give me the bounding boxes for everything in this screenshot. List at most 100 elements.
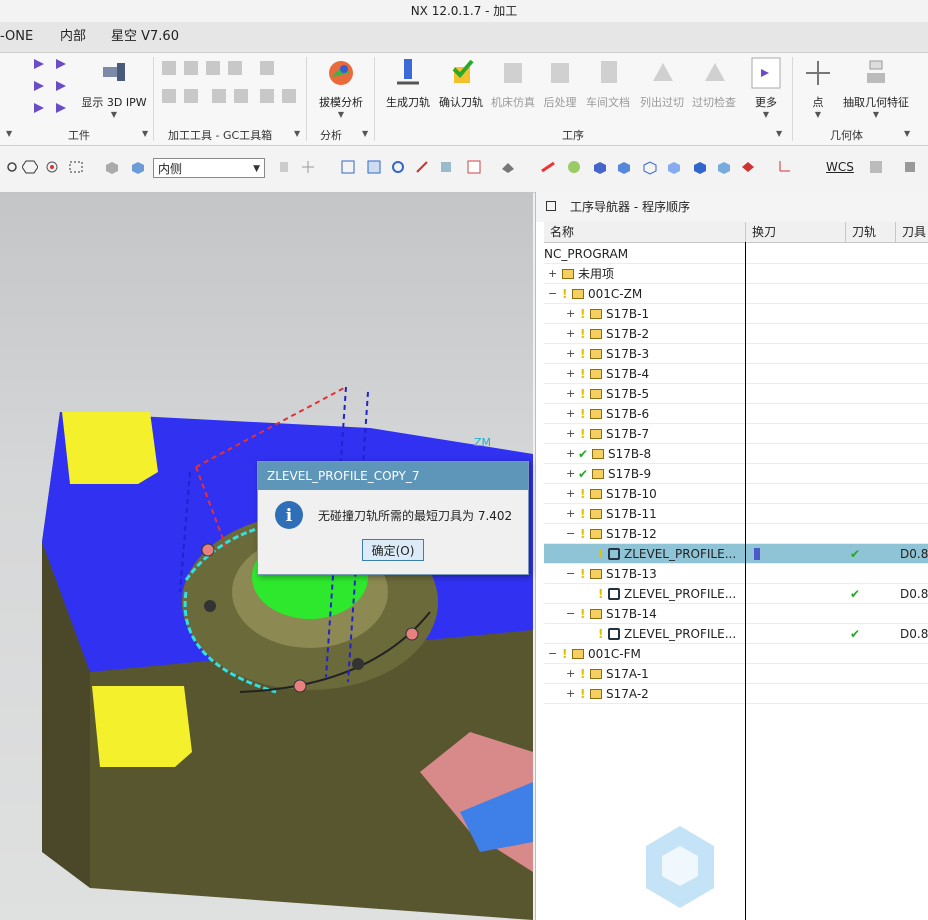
tree-row[interactable]: +! S17B-5 bbox=[544, 384, 928, 404]
display-mode-icon[interactable] bbox=[740, 159, 756, 175]
menu-internal[interactable]: 内部 bbox=[60, 22, 86, 52]
ok-button[interactable]: 确定(O) bbox=[362, 539, 424, 561]
expand-icon[interactable]: + bbox=[566, 384, 575, 404]
list-gouges-button[interactable]: 列出过切 bbox=[636, 57, 688, 110]
sphere-icon[interactable] bbox=[566, 159, 582, 175]
column-toolpath[interactable]: 刀轨 bbox=[846, 222, 896, 242]
tree-row[interactable]: +! S17B-3 bbox=[544, 344, 928, 364]
group-expand-icon[interactable]: ▼ bbox=[776, 129, 782, 138]
collapse-icon[interactable]: − bbox=[566, 564, 575, 584]
group-expand-icon[interactable]: ▼ bbox=[362, 129, 368, 138]
shading-icon[interactable] bbox=[500, 159, 516, 175]
rectangle-select-icon[interactable] bbox=[68, 159, 84, 175]
layout-icon[interactable] bbox=[466, 159, 482, 175]
selection-filter-combo[interactable]: 内侧 ▼ bbox=[153, 158, 265, 178]
tree-row[interactable]: +! S17A-2 bbox=[544, 684, 928, 704]
view-orient-icon[interactable] bbox=[438, 159, 454, 175]
fit-view-icon[interactable] bbox=[340, 159, 356, 175]
group-separator bbox=[792, 57, 793, 141]
draft-analysis-button[interactable]: 拔模分析 ▼ bbox=[312, 57, 370, 119]
cube-icon[interactable] bbox=[642, 159, 658, 175]
settings-icon[interactable] bbox=[4, 159, 20, 175]
wcs-label[interactable]: WCS bbox=[826, 160, 854, 174]
tree-row[interactable]: + ✔ S17B-8 bbox=[544, 444, 928, 464]
cube-icon[interactable] bbox=[616, 159, 632, 175]
axis-icon[interactable] bbox=[776, 159, 792, 175]
group-expand-icon[interactable]: ▼ bbox=[142, 129, 148, 138]
tree-row[interactable]: +! S17B-6 bbox=[544, 404, 928, 424]
tree-row[interactable]: +! S17B-7 bbox=[544, 424, 928, 444]
tree-row[interactable]: +! S17B-4 bbox=[544, 364, 928, 384]
gouge-check-button[interactable]: 过切检查 bbox=[688, 57, 740, 110]
generate-toolpath-button[interactable]: 生成刀轨 bbox=[380, 57, 436, 110]
plus-icon[interactable] bbox=[300, 159, 316, 175]
expand-icon[interactable]: + bbox=[566, 484, 575, 504]
cube-icon[interactable] bbox=[666, 159, 682, 175]
snap-icon[interactable] bbox=[44, 159, 60, 175]
collapse-icon[interactable]: − bbox=[548, 284, 557, 304]
tree-row[interactable]: ! ZLEVEL_PROFILE... ✔ D0.8 bbox=[544, 544, 928, 564]
tree-row[interactable]: −! 001C-FM bbox=[544, 644, 928, 664]
tree-row[interactable]: −! S17B-14 bbox=[544, 604, 928, 624]
tree-row[interactable]: + ✔ S17B-9 bbox=[544, 464, 928, 484]
group-expand-icon[interactable]: ▼ bbox=[6, 129, 12, 138]
hexagon-icon[interactable] bbox=[22, 159, 38, 175]
background-icon[interactable] bbox=[868, 159, 884, 175]
tree-row[interactable]: ! ZLEVEL_PROFILE... ✔ D0.8 bbox=[544, 584, 928, 604]
tree-row[interactable]: ! ZLEVEL_PROFILE... ✔ D0.8 bbox=[544, 624, 928, 644]
expand-icon[interactable]: + bbox=[548, 264, 557, 284]
column-tool-change[interactable]: 换刀 bbox=[746, 222, 846, 242]
tools-icon[interactable] bbox=[902, 159, 918, 175]
solid-icon[interactable] bbox=[104, 159, 120, 175]
tree-row[interactable]: −! S17B-13 bbox=[544, 564, 928, 584]
expand-icon[interactable]: + bbox=[566, 504, 575, 524]
tree-row[interactable]: NC_PROGRAM bbox=[544, 244, 928, 264]
expand-icon[interactable]: + bbox=[566, 664, 575, 684]
zoom-window-icon[interactable] bbox=[366, 159, 382, 175]
tree-row[interactable]: −! S17B-12 bbox=[544, 524, 928, 544]
cube-icon[interactable] bbox=[592, 159, 608, 175]
point-button[interactable]: 点 ▼ bbox=[800, 57, 836, 119]
group-expand-icon[interactable]: ▼ bbox=[294, 129, 300, 138]
verify-toolpath-button[interactable]: 确认刀轨 bbox=[436, 57, 486, 110]
collapse-icon[interactable]: − bbox=[566, 524, 575, 544]
color-icon[interactable] bbox=[540, 159, 556, 175]
cube-icon[interactable] bbox=[692, 159, 708, 175]
tree-row[interactable]: +! S17A-1 bbox=[544, 664, 928, 684]
dialog-message: 无碰撞刀轨所需的最短刀具为 7.402 bbox=[318, 509, 513, 523]
postprocess-button[interactable]: 后处理 bbox=[538, 57, 582, 110]
tree-row[interactable]: +! S17B-10 bbox=[544, 484, 928, 504]
shop-doc-button[interactable]: 车间文档 bbox=[582, 57, 634, 110]
tree-row[interactable]: +! S17B-11 bbox=[544, 504, 928, 524]
collapse-icon[interactable]: − bbox=[566, 604, 575, 624]
column-tool[interactable]: 刀具 bbox=[896, 222, 928, 242]
expand-icon[interactable]: + bbox=[566, 424, 575, 444]
pan-icon[interactable] bbox=[414, 159, 430, 175]
expand-icon[interactable]: + bbox=[566, 344, 575, 364]
tree-row[interactable]: + 未用项 bbox=[544, 264, 928, 284]
expand-icon[interactable]: + bbox=[566, 304, 575, 324]
expand-icon[interactable]: + bbox=[566, 684, 575, 704]
rotate-icon[interactable] bbox=[390, 159, 406, 175]
machine-simulation-button[interactable]: 机床仿真 bbox=[488, 57, 538, 110]
maximize-icon[interactable] bbox=[546, 201, 556, 211]
tree-row[interactable]: +! S17B-2 bbox=[544, 324, 928, 344]
extract-geometry-button[interactable]: 抽取几何特征 ▼ bbox=[840, 57, 912, 119]
menu-one[interactable]: -ONE bbox=[0, 22, 33, 52]
group-expand-icon[interactable]: ▼ bbox=[904, 129, 910, 138]
expand-icon[interactable]: + bbox=[566, 464, 575, 484]
tree-row[interactable]: −! 001C-ZM bbox=[544, 284, 928, 304]
cube-icon[interactable] bbox=[716, 159, 732, 175]
column-name[interactable]: 名称 bbox=[544, 222, 746, 242]
show-3d-ipw-button[interactable]: 显示 3D IPW ▼ bbox=[80, 57, 148, 119]
tree-row[interactable]: +! S17B-1 bbox=[544, 304, 928, 324]
expand-icon[interactable]: + bbox=[566, 444, 575, 464]
expand-icon[interactable]: + bbox=[566, 324, 575, 344]
expand-icon[interactable]: + bbox=[566, 364, 575, 384]
cube-icon[interactable] bbox=[130, 159, 146, 175]
snap-disabled-icon[interactable] bbox=[276, 159, 292, 175]
more-button[interactable]: 更多 ▼ bbox=[746, 57, 786, 119]
expand-icon[interactable]: + bbox=[566, 404, 575, 424]
menu-xingkong[interactable]: 星空 V7.60 bbox=[111, 22, 179, 52]
collapse-icon[interactable]: − bbox=[548, 644, 557, 664]
